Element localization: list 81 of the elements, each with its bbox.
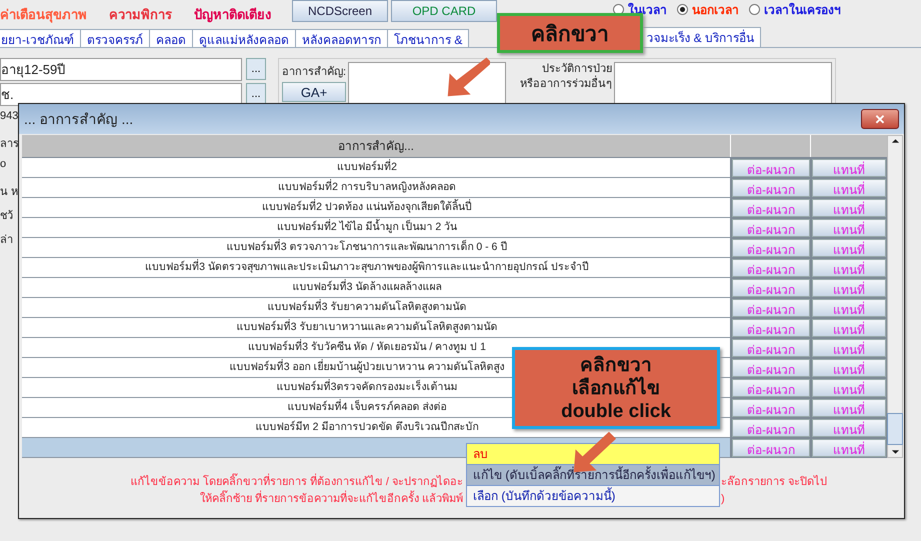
radio-label: นอกเวลา xyxy=(692,2,739,19)
toolbar-button[interactable]: OPD CARD xyxy=(391,0,497,22)
tab[interactable]: ดูแลแม่หลังคลอด xyxy=(192,29,296,47)
radio-button[interactable] xyxy=(677,4,688,15)
table-cell[interactable]: แบบฟอร์มที่2 xyxy=(22,158,730,178)
replace-button[interactable]: แทนที่ xyxy=(812,419,886,437)
replace-button[interactable]: แทนที่ xyxy=(812,179,886,197)
table-cell[interactable]: แบบฟอร์มที่3 รับยาเบาหวานและความดันโลหิตสูงตามนัด xyxy=(22,318,730,338)
field-label: ประวัติการป่วย หรืออาการร่วมอื่นๆ xyxy=(519,62,612,92)
replace-button[interactable]: แทนที่ xyxy=(812,159,886,177)
field-text: ลาร xyxy=(0,137,19,148)
scroll-up-icon[interactable] xyxy=(890,138,900,144)
ga-button[interactable]: GA+ xyxy=(282,82,346,102)
dialog-title: ... อาการสำคัญ ... xyxy=(24,110,134,129)
column-header: อาการสำคัญ... xyxy=(336,138,415,155)
menu-item[interactable]: เลือก (บันทึกด้วยข้อความนี้) xyxy=(467,486,719,506)
history-field[interactable] xyxy=(614,62,832,104)
radio-label: เวลาในเครองฯ xyxy=(764,2,841,19)
scroll-thumb[interactable] xyxy=(887,413,903,445)
replace-button[interactable]: แทนที่ xyxy=(812,259,886,277)
radio-button[interactable] xyxy=(749,4,760,15)
append-button[interactable]: ต่อ-ผนวก xyxy=(732,319,810,337)
replace-button[interactable]: แทนที่ xyxy=(812,299,886,317)
table-cell[interactable]: แบบฟอร์มที่3 ตรวจภาวะโภชนาการและพัฒนาการเด็ก 0 - 6 ปี xyxy=(22,238,730,258)
warning-label: ความพิการ xyxy=(109,6,172,24)
scrollbar[interactable] xyxy=(887,135,903,458)
replace-button[interactable]: แทนที่ xyxy=(812,239,886,257)
append-button[interactable]: ต่อ-ผนวก xyxy=(732,259,810,277)
warning-label: ค่าเตือนสุขภาพ xyxy=(0,6,87,25)
scroll-down-icon[interactable] xyxy=(890,449,900,455)
field-text: o xyxy=(0,158,6,172)
append-button[interactable]: ต่อ-ผนวก xyxy=(732,179,810,197)
table-cell[interactable]: แบบฟอร์มที่3 นัดตรวจสุขภาพและประเมินภาวะสุขภาพของผู้พิการและแนะนำกายอุปกรณ์ ประจำปี xyxy=(22,258,730,278)
tab[interactable]: ตรวจครรภ์ xyxy=(80,29,150,47)
append-button[interactable]: ต่อ-ผนวก xyxy=(732,199,810,217)
replace-button[interactable]: แทนที่ xyxy=(812,379,886,397)
text-field[interactable]: อายุ12-59ปี xyxy=(0,58,242,81)
replace-button[interactable]: แทนที่ xyxy=(812,359,886,377)
field-text: น ห xyxy=(0,185,18,196)
append-button[interactable]: ต่อ-ผนวก xyxy=(732,359,810,377)
hint-text: ะล๊อกรายการ จะปิดไป xyxy=(721,476,828,488)
table-cell[interactable]: แบบฟอร์มที่2 การบริบาลหญิงหลังคลอด xyxy=(22,178,730,198)
field-text: ชว้ xyxy=(0,209,13,220)
hint-tooltip: คลิกขวา เลือกแก้ไข double click xyxy=(512,347,720,429)
menu-item[interactable]: แก้ไข (ดับเบิ้ลคลิ๊กที่รายการนี้อีกครั้งเพื่อแก้ไขฯ) xyxy=(467,465,719,486)
tab[interactable]: ยยา-เวชภัณฑ์ xyxy=(0,29,81,47)
table-cell[interactable]: แบบฟอร์มที่2 ไข้ไอ มีน้ำมูก เป็นมา 2 วัน xyxy=(22,218,730,238)
table-cell[interactable]: แบบฟอร์มที่3 นัดล้างแผลล้างแผล xyxy=(22,278,730,298)
hint-text: ) xyxy=(721,493,725,505)
browse-button[interactable]: ... xyxy=(246,83,266,105)
toolbar-button[interactable]: NCDScreen xyxy=(292,0,388,22)
warning-label: ปัญหาติดเตียง xyxy=(194,6,271,24)
append-button[interactable]: ต่อ-ผนวก xyxy=(732,339,810,357)
append-button[interactable]: ต่อ-ผนวก xyxy=(732,279,810,297)
append-button[interactable]: ต่อ-ผนวก xyxy=(732,219,810,237)
field-label: อาการสำคัญ: xyxy=(282,65,346,80)
browse-button[interactable]: ... xyxy=(246,58,266,80)
tab[interactable]: คลอด xyxy=(149,29,193,47)
replace-button[interactable]: แทนที่ xyxy=(812,339,886,357)
hint-tooltip: คลิกขวา xyxy=(497,13,643,53)
append-button[interactable]: ต่อ-ผนวก xyxy=(732,379,810,397)
tab[interactable]: โภชนาการ & xyxy=(387,29,470,47)
replace-button[interactable]: แทนที่ xyxy=(812,279,886,297)
field-text: ล่า xyxy=(0,233,13,244)
append-button[interactable]: ต่อ-ผนวก xyxy=(732,419,810,437)
replace-button[interactable]: แทนที่ xyxy=(812,219,886,237)
menu-item[interactable]: ลบ xyxy=(467,444,719,465)
replace-button[interactable]: แทนที่ xyxy=(812,439,886,457)
replace-button[interactable]: แทนที่ xyxy=(812,199,886,217)
table-cell[interactable]: แบบฟอร์มที่2 ปวดท้อง แน่นท้องจุกเสียดใต้ลิ้นปี่ xyxy=(22,198,730,218)
tab[interactable]: หลังคลอดทารก xyxy=(295,29,388,47)
append-button[interactable]: ต่อ-ผนวก xyxy=(732,439,810,457)
append-button[interactable]: ต่อ-ผนวก xyxy=(732,239,810,257)
append-button[interactable]: ต่อ-ผนวก xyxy=(732,299,810,317)
append-button[interactable]: ต่อ-ผนวก xyxy=(732,159,810,177)
field-text: 943 xyxy=(0,110,18,124)
replace-button[interactable]: แทนที่ xyxy=(812,319,886,337)
close-button[interactable]: ✕ xyxy=(861,109,899,129)
table-cell[interactable]: แบบฟอร์มที่3 รับยาความดันโลหิตสูงตามนัด xyxy=(22,298,730,318)
replace-button[interactable]: แทนที่ xyxy=(812,399,886,417)
append-button[interactable]: ต่อ-ผนวก xyxy=(732,399,810,417)
